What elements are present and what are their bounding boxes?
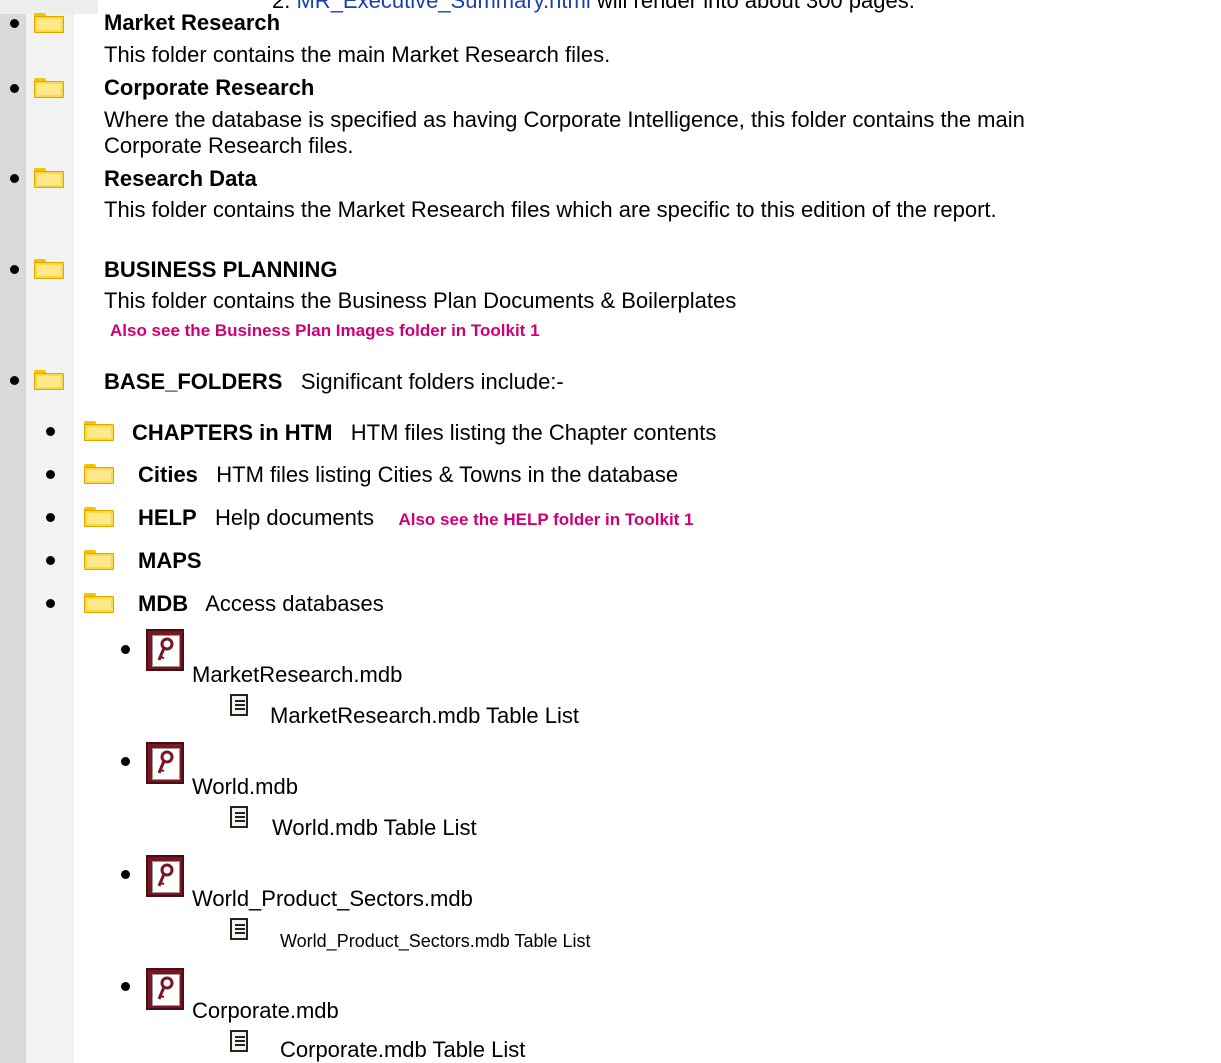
table-list-link[interactable]: Corporate.mdb Table List xyxy=(280,1037,525,1063)
bullet xyxy=(121,982,130,991)
database-file: World.mdb xyxy=(192,774,298,799)
subfolder-desc: HTM files listing Cities & Towns in the … xyxy=(216,462,679,487)
bullet xyxy=(46,427,55,436)
bullet xyxy=(10,376,19,385)
access-database-icon xyxy=(146,855,184,897)
bullet xyxy=(10,19,19,28)
subfolder-desc: HTM files listing the Chapter contents xyxy=(350,420,717,445)
bullet xyxy=(121,757,130,766)
left-margin-bar xyxy=(0,0,26,1063)
folder-icon xyxy=(84,421,114,441)
document-icon xyxy=(230,806,248,828)
subfolder-title: CHAPTERS in HTM xyxy=(132,420,333,445)
subfolder-desc: Help documents xyxy=(215,505,375,530)
corporate-research-desc-line2: Corporate Research files. xyxy=(104,133,354,158)
table-list-link[interactable]: World.mdb Table List xyxy=(272,815,477,841)
document-icon xyxy=(230,918,248,940)
research-data-title: Research Data xyxy=(104,166,257,191)
help-note: Also see the HELP folder in Toolkit 1 xyxy=(398,510,694,529)
subfolder-chapters: CHAPTERS in HTM HTM files listing the Ch… xyxy=(132,420,716,446)
business-planning-title: BUSINESS PLANNING xyxy=(104,257,338,282)
research-data-desc: This folder contains the Market Research… xyxy=(104,197,997,222)
subfolder-title: Cities xyxy=(138,462,198,487)
database-file: Corporate.mdb xyxy=(192,998,339,1023)
base-folders-line: BASE_FOLDERS Significant folders include… xyxy=(104,369,564,395)
access-database-icon xyxy=(146,629,184,671)
market-research-desc: This folder contains the main Market Res… xyxy=(104,42,611,67)
corporate-research-title: Corporate Research xyxy=(104,75,315,100)
access-database-icon xyxy=(146,968,184,1010)
bullet xyxy=(46,470,55,479)
business-planning-note: Also see the Business Plan Images folder… xyxy=(110,321,540,340)
bullet xyxy=(46,599,55,608)
executive-summary-link[interactable]: MR_Executive_Summary.html xyxy=(296,0,590,13)
bullet xyxy=(10,174,19,183)
folder-icon xyxy=(84,507,114,527)
folder-icon xyxy=(84,464,114,484)
subfolder-cities: Cities HTM files listing Cities & Towns … xyxy=(138,462,678,488)
bullet xyxy=(121,870,130,879)
folder-icon xyxy=(34,168,64,188)
subfolder-title: HELP xyxy=(138,505,197,530)
market-research-title: Market Research xyxy=(104,10,281,35)
database-file: World_Product_Sectors.mdb xyxy=(192,886,473,911)
top-strip xyxy=(0,0,98,14)
bullet xyxy=(121,645,130,654)
bullet xyxy=(10,265,19,274)
document-icon xyxy=(230,694,248,716)
subfolder-mdb: MDB Access databases xyxy=(138,591,384,617)
folder-icon xyxy=(84,593,114,613)
folder-icon xyxy=(34,259,64,279)
database-file: MarketResearch.mdb xyxy=(192,662,403,687)
bullet xyxy=(46,513,55,522)
base-folders-desc: Significant folders include:- xyxy=(300,369,564,394)
access-database-icon xyxy=(146,742,184,784)
subfolder-help: HELP Help documents Also see the HELP fo… xyxy=(138,505,694,533)
folder-icon xyxy=(34,13,64,33)
top-note: 2. MR_Executive_Summary.html will render… xyxy=(272,0,915,14)
folder-icon xyxy=(84,550,114,570)
business-planning-desc: This folder contains the Business Plan D… xyxy=(104,288,737,313)
corporate-research-desc-line1: Where the database is specified as havin… xyxy=(104,107,1025,132)
base-folders-title: BASE_FOLDERS xyxy=(104,369,283,394)
top-note-rest: will render into about 300 pages. xyxy=(596,0,915,13)
subfolder-maps: MAPS xyxy=(138,548,202,573)
bullet xyxy=(46,556,55,565)
bullet xyxy=(10,84,19,93)
folder-icon xyxy=(34,78,64,98)
subfolder-desc: Access databases xyxy=(205,591,384,616)
subfolder-title: MDB xyxy=(138,591,189,616)
table-list-link[interactable]: World_Product_Sectors.mdb Table List xyxy=(280,930,591,952)
document-icon xyxy=(230,1030,248,1052)
table-list-link[interactable]: MarketResearch.mdb Table List xyxy=(270,703,579,729)
folder-icon xyxy=(34,370,64,390)
